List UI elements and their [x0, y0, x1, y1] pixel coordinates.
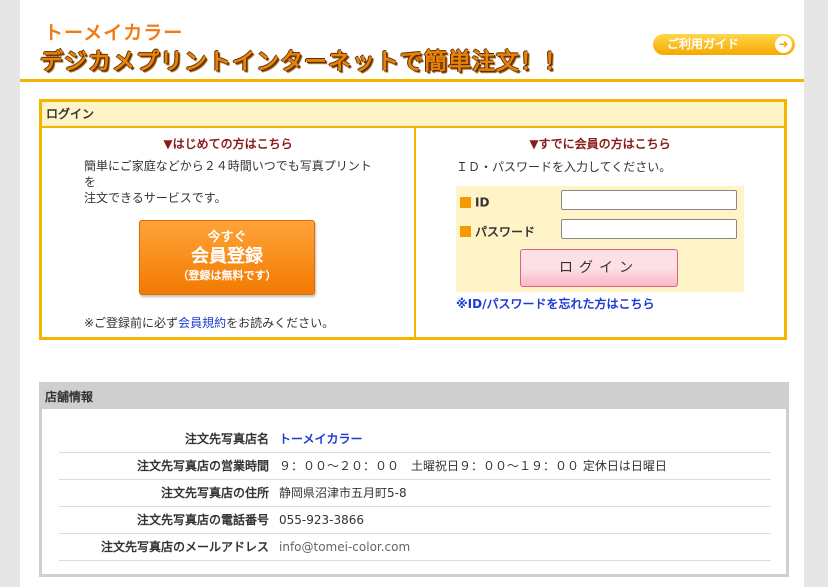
terms-notice-prefix: ※ご登録前に必ず [84, 316, 179, 330]
member-login-section: ▼すでに会員の方はこちら ＩＤ・パスワードを入力してください。 ID パスワード… [416, 128, 784, 337]
login-form: ID パスワード ログイン [456, 186, 744, 292]
member-heading: ▼すでに会員の方はこちら [529, 137, 671, 151]
store-address-label: 注文先写真店の住所 [160, 486, 269, 500]
store-row-hours: 注文先写真店の営業時間 ９：００～２０：００ 土曜祝日９：００～１９：００ 定休… [59, 453, 771, 480]
store-info-title: 店舗情報 [42, 385, 786, 409]
tagline: デジカメプリントインターネットで簡単注文！！ [40, 49, 568, 75]
register-button[interactable]: 今すぐ 会員登録 （登録は無料です） [139, 220, 315, 295]
store-row-phone: 注文先写真店の電話番号 055-923-3866 [59, 507, 771, 534]
terms-notice: ※ご登録前に必ず会員規約をお読みください。 [84, 314, 334, 331]
usage-guide-label: ご利用ガイド [667, 37, 740, 51]
store-phone-value: 055-923-3866 [279, 513, 365, 527]
intro-line-2: を [84, 175, 97, 189]
header-divider [20, 79, 804, 82]
page: トーメイカラー デジカメプリントインターネットで簡単注文！！ ご利用ガイド ➜ … [20, 0, 804, 587]
usage-guide-button[interactable]: ご利用ガイド ➜ [653, 34, 795, 55]
service-intro: 簡単にご家庭などから２４時間いつでも写真プリント を 注文できるサービスです。 [84, 158, 384, 206]
store-hours-value: ９：００～２０：００ 土曜祝日９：００～１９：００ 定休日は日曜日 [279, 459, 667, 473]
intro-line-1: 簡単にご家庭などから２４時間いつでも写真プリント [84, 159, 372, 173]
login-instruction: ＩＤ・パスワードを入力してください。 [456, 160, 672, 174]
store-hours-label: 注文先写真店の営業時間 [136, 459, 269, 473]
store-email-value: info@tomei-color.com [279, 540, 411, 554]
id-input[interactable] [561, 190, 737, 210]
store-row-email: 注文先写真店のメールアドレス info@tomei-color.com [59, 534, 771, 561]
store-address-value: 静岡県沼津市五月町5-8 [279, 486, 407, 500]
password-input[interactable] [561, 219, 737, 239]
terms-link[interactable]: 会員規約 [178, 316, 226, 330]
brand-name: トーメイカラー [44, 22, 184, 44]
terms-notice-suffix: をお読みください。 [226, 316, 335, 330]
id-label: ID [475, 195, 490, 210]
forgot-password-link[interactable]: ※ID/パスワードを忘れた方はこちら [456, 295, 654, 312]
new-user-heading: ▼はじめての方はこちら [163, 137, 293, 151]
square-bullet-icon [460, 197, 471, 208]
store-row-name: 注文先写真店名 トーメイカラー [59, 426, 771, 453]
login-button[interactable]: ログイン [520, 249, 678, 287]
id-row: ID [460, 192, 489, 214]
store-email-label: 注文先写真店のメールアドレス [100, 540, 269, 554]
store-name-link[interactable]: トーメイカラー [279, 426, 363, 452]
store-name-label: 注文先写真店名 [184, 432, 269, 446]
intro-line-3: 注文できるサービスです。 [84, 191, 227, 205]
register-button-line-2: 会員登録 [191, 246, 263, 267]
password-row: パスワード [460, 221, 535, 243]
store-info-panel: 店舗情報 注文先写真店名 トーメイカラー 注文先写真店の営業時間 ９：００～２０… [39, 382, 789, 577]
register-button-line-3: （登録は無料です） [177, 269, 277, 282]
new-user-section: ▼はじめての方はこちら 簡単にご家庭などから２４時間いつでも写真プリント を 注… [42, 128, 416, 337]
register-button-line-1: 今すぐ [207, 230, 247, 245]
square-bullet-icon [460, 226, 471, 237]
store-row-address: 注文先写真店の住所 静岡県沼津市五月町5-8 [59, 480, 771, 507]
store-phone-label: 注文先写真店の電話番号 [136, 513, 269, 527]
login-panel-title: ログイン [42, 102, 784, 128]
password-label: パスワード [475, 225, 536, 239]
arrow-right-icon: ➜ [775, 36, 792, 53]
login-panel: ログイン ▼はじめての方はこちら 簡単にご家庭などから２４時間いつでも写真プリン… [39, 99, 787, 340]
